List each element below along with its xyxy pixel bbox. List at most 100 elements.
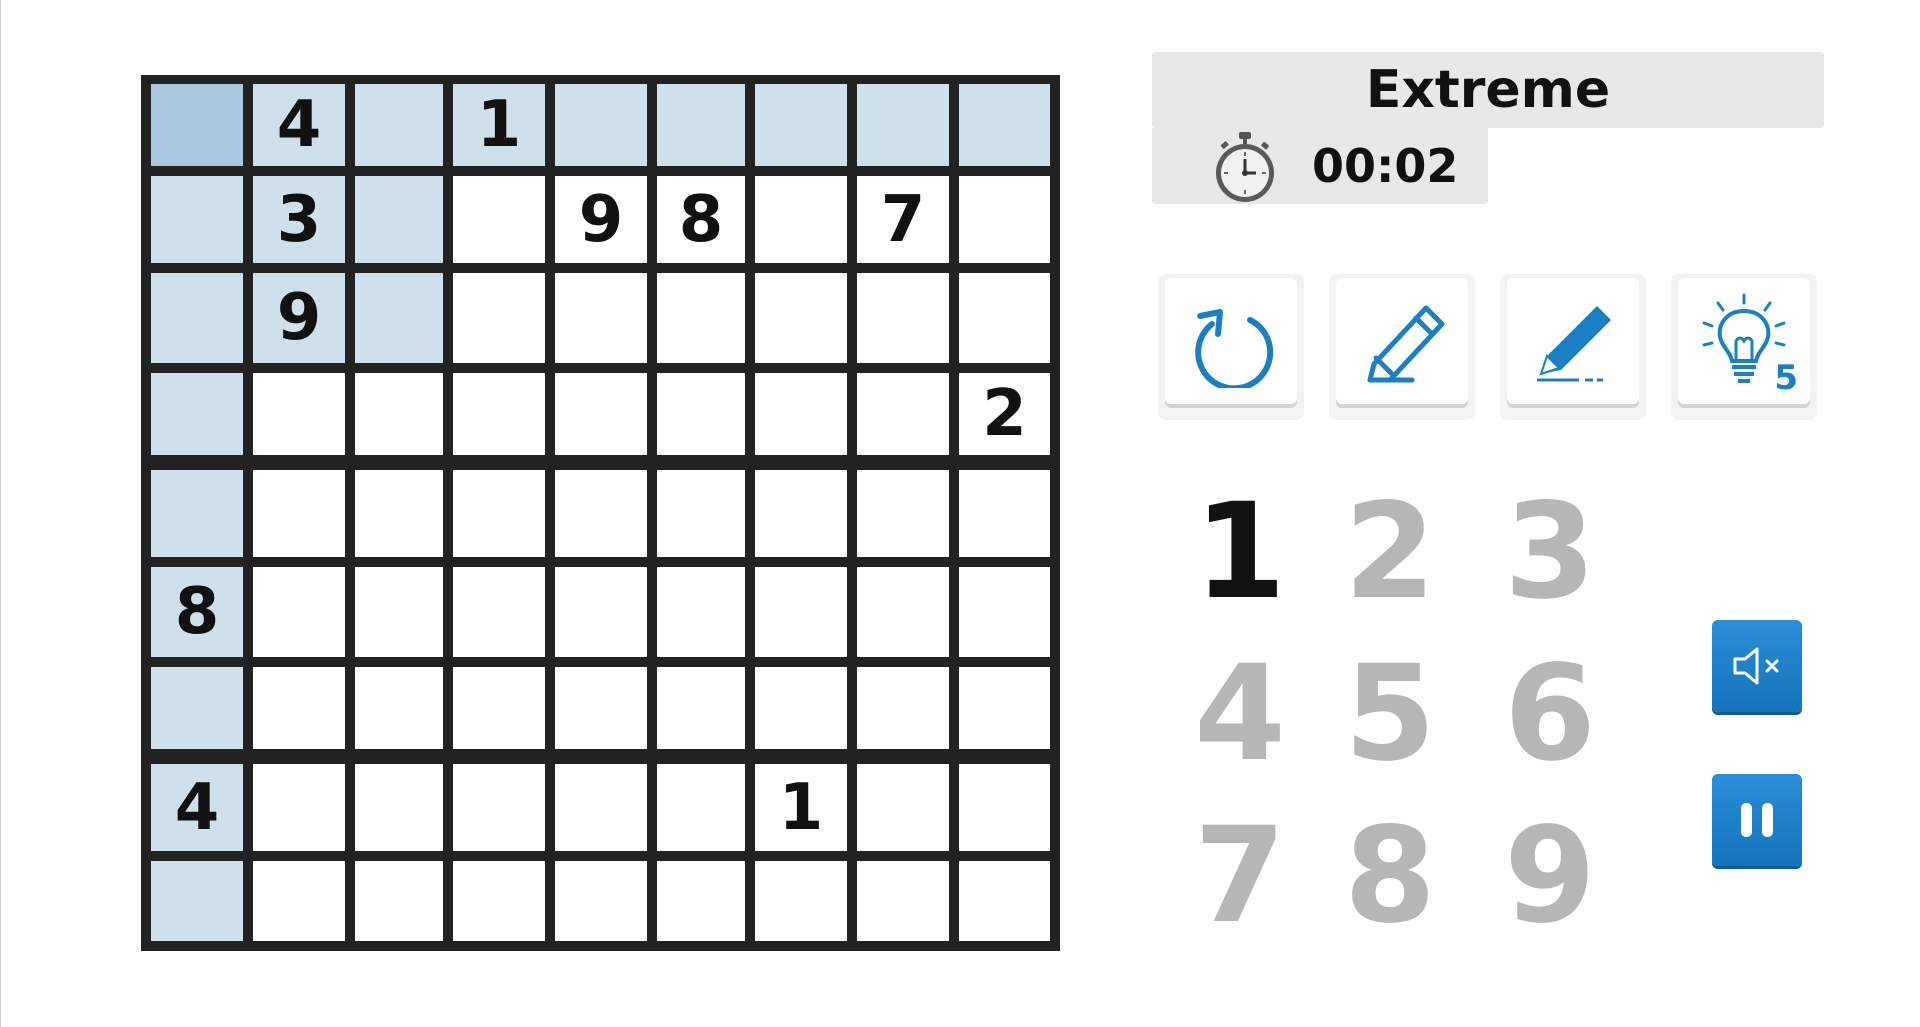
- sudoku-cell-r4c4[interactable]: [453, 373, 545, 455]
- sudoku-cell-r1c2[interactable]: 4: [253, 84, 345, 166]
- sudoku-cell-r3c6[interactable]: [657, 273, 745, 363]
- sudoku-cell-r2c9[interactable]: [959, 176, 1050, 263]
- sudoku-cell-r8c2[interactable]: [253, 764, 345, 851]
- sudoku-cell-r1c9[interactable]: [959, 84, 1050, 166]
- sudoku-cell-r4c3[interactable]: [355, 373, 443, 455]
- sudoku-cell-r2c8[interactable]: 7: [857, 176, 949, 263]
- sudoku-cell-r1c4[interactable]: 1: [453, 84, 545, 166]
- sudoku-cell-r3c9[interactable]: [959, 273, 1050, 363]
- window-edge: [0, 0, 1, 1027]
- sudoku-cell-r5c7[interactable]: [755, 470, 847, 557]
- sudoku-cell-r9c6[interactable]: [657, 861, 745, 941]
- sudoku-cell-r7c3[interactable]: [355, 667, 443, 749]
- sudoku-cell-r7c1[interactable]: [151, 667, 243, 749]
- erase-button[interactable]: [1329, 274, 1475, 420]
- sudoku-cell-r6c2[interactable]: [253, 567, 345, 657]
- sudoku-cell-r7c5[interactable]: [555, 667, 647, 749]
- sudoku-cell-r5c4[interactable]: [453, 470, 545, 557]
- sound-toggle-button[interactable]: [1712, 620, 1802, 712]
- sudoku-cell-r5c8[interactable]: [857, 470, 949, 557]
- number-key-5[interactable]: 5: [1320, 637, 1460, 791]
- sudoku-cell-r8c9[interactable]: [959, 764, 1050, 851]
- hint-button[interactable]: 5: [1671, 274, 1817, 420]
- sudoku-cell-r9c1[interactable]: [151, 861, 243, 941]
- sudoku-cell-r8c3[interactable]: [355, 764, 443, 851]
- number-key-7[interactable]: 7: [1170, 799, 1310, 953]
- sudoku-cell-r9c3[interactable]: [355, 861, 443, 941]
- sudoku-cell-r7c4[interactable]: [453, 667, 545, 749]
- number-key-2[interactable]: 2: [1320, 475, 1460, 629]
- sudoku-cell-r6c5[interactable]: [555, 567, 647, 657]
- sudoku-cell-r6c6[interactable]: [657, 567, 745, 657]
- sudoku-cell-r7c6[interactable]: [657, 667, 745, 749]
- sudoku-cell-r3c5[interactable]: [555, 273, 647, 363]
- sudoku-cell-r2c6[interactable]: 8: [657, 176, 745, 263]
- sudoku-cell-r2c3[interactable]: [355, 176, 443, 263]
- sudoku-cell-r2c1[interactable]: [151, 176, 243, 263]
- sudoku-cell-r1c3[interactable]: [355, 84, 443, 166]
- sudoku-cell-r3c4[interactable]: [453, 273, 545, 363]
- sudoku-cell-r3c8[interactable]: [857, 273, 949, 363]
- sudoku-cell-r9c5[interactable]: [555, 861, 647, 941]
- sudoku-cell-r7c2[interactable]: [253, 667, 345, 749]
- sudoku-cell-r6c3[interactable]: [355, 567, 443, 657]
- sudoku-cell-r9c7[interactable]: [755, 861, 847, 941]
- sudoku-cell-r1c8[interactable]: [857, 84, 949, 166]
- sudoku-cell-r2c7[interactable]: [755, 176, 847, 263]
- timer-value: 00:02: [1312, 139, 1459, 193]
- sudoku-cell-r6c1[interactable]: 8: [151, 567, 243, 657]
- sudoku-cell-r4c1[interactable]: [151, 373, 243, 455]
- pencil-button-face: [1507, 278, 1639, 404]
- sudoku-cell-r7c7[interactable]: [755, 667, 847, 749]
- sudoku-cell-r8c1[interactable]: 4: [151, 764, 243, 851]
- sudoku-cell-r4c5[interactable]: [555, 373, 647, 455]
- sudoku-cell-r6c9[interactable]: [959, 567, 1050, 657]
- sudoku-cell-r5c3[interactable]: [355, 470, 443, 557]
- sudoku-cell-r6c7[interactable]: [755, 567, 847, 657]
- sudoku-cell-r6c8[interactable]: [857, 567, 949, 657]
- pencil-button[interactable]: [1500, 274, 1646, 420]
- number-key-8[interactable]: 8: [1320, 799, 1460, 953]
- pause-button[interactable]: [1712, 774, 1802, 866]
- sudoku-cell-r3c3[interactable]: [355, 273, 443, 363]
- sudoku-cell-r9c2[interactable]: [253, 861, 345, 941]
- sudoku-cell-r4c9[interactable]: 2: [959, 373, 1050, 455]
- number-key-3[interactable]: 3: [1480, 475, 1620, 629]
- number-key-6[interactable]: 6: [1480, 637, 1620, 791]
- number-key-9[interactable]: 9: [1480, 799, 1620, 953]
- sudoku-cell-r4c6[interactable]: [657, 373, 745, 455]
- sudoku-cell-r3c7[interactable]: [755, 273, 847, 363]
- speaker-muted-icon: [1733, 647, 1779, 685]
- sudoku-cell-r5c5[interactable]: [555, 470, 647, 557]
- sudoku-cell-r8c6[interactable]: [657, 764, 745, 851]
- sudoku-cell-r1c1[interactable]: [151, 84, 243, 166]
- sudoku-cell-r9c4[interactable]: [453, 861, 545, 941]
- sudoku-cell-r8c8[interactable]: [857, 764, 949, 851]
- sudoku-cell-r1c6[interactable]: [657, 84, 745, 166]
- sudoku-cell-r2c5[interactable]: 9: [555, 176, 647, 263]
- sudoku-cell-r4c8[interactable]: [857, 373, 949, 455]
- sudoku-cell-r9c9[interactable]: [959, 861, 1050, 941]
- sudoku-cell-r8c5[interactable]: [555, 764, 647, 851]
- sudoku-cell-r5c9[interactable]: [959, 470, 1050, 557]
- sudoku-cell-r7c9[interactable]: [959, 667, 1050, 749]
- undo-button[interactable]: [1158, 274, 1304, 420]
- sudoku-cell-r4c2[interactable]: [253, 373, 345, 455]
- sudoku-cell-r8c4[interactable]: [453, 764, 545, 851]
- sudoku-cell-r5c1[interactable]: [151, 470, 243, 557]
- sudoku-cell-r6c4[interactable]: [453, 567, 545, 657]
- sudoku-cell-r9c8[interactable]: [857, 861, 949, 941]
- sudoku-cell-r5c2[interactable]: [253, 470, 345, 557]
- sudoku-cell-r4c7[interactable]: [755, 373, 847, 455]
- sudoku-cell-r8c7[interactable]: 1: [755, 764, 847, 851]
- sudoku-cell-r2c2[interactable]: 3: [253, 176, 345, 263]
- sudoku-cell-r5c6[interactable]: [657, 470, 745, 557]
- sudoku-cell-r1c5[interactable]: [555, 84, 647, 166]
- number-key-4[interactable]: 4: [1170, 637, 1310, 791]
- sudoku-cell-r2c4[interactable]: [453, 176, 545, 263]
- sudoku-cell-r1c7[interactable]: [755, 84, 847, 166]
- sudoku-cell-r3c2[interactable]: 9: [253, 273, 345, 363]
- sudoku-cell-r3c1[interactable]: [151, 273, 243, 363]
- sudoku-cell-r7c8[interactable]: [857, 667, 949, 749]
- number-key-1[interactable]: 1: [1170, 475, 1310, 629]
